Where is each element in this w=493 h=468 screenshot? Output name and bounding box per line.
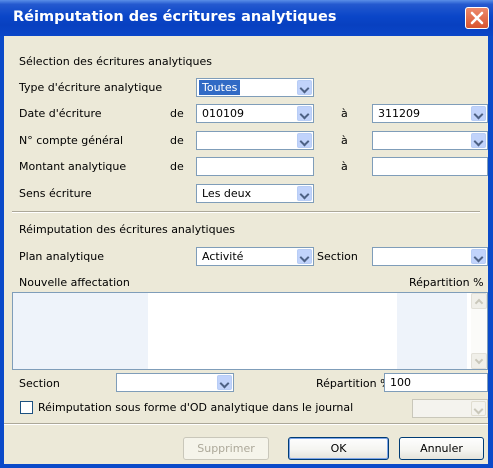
montant-from-de-label: de	[170, 160, 184, 173]
sens-ecriture-label: Sens écriture	[19, 187, 92, 200]
chevron-down-icon[interactable]	[297, 249, 312, 264]
montant-from-input[interactable]	[196, 157, 314, 176]
compte-from-select[interactable]	[196, 131, 314, 150]
montant-to-a-label: à	[341, 160, 348, 173]
scroll-up-arrow-icon[interactable]	[471, 293, 487, 309]
journal-select[interactable]	[412, 399, 488, 418]
bottom-section-label: Section	[19, 377, 60, 390]
compte-from-de-label: de	[170, 134, 184, 147]
bottom-section-select[interactable]	[116, 373, 234, 392]
type-ecriture-label: Type d'écriture analytique	[19, 81, 163, 94]
compte-general-label: N° compte général	[19, 134, 124, 147]
list-column-shade	[397, 293, 467, 369]
od-analytique-label: Réimputation sous forme d'OD analytique …	[38, 401, 354, 414]
ok-button[interactable]: OK	[288, 437, 389, 460]
chevron-down-icon[interactable]	[217, 375, 232, 390]
chevron-down-icon[interactable]	[297, 106, 312, 121]
date-from-de-label: de	[170, 107, 184, 120]
window-frame-right	[488, 36, 493, 468]
nouvelle-affectation-label: Nouvelle affectation	[19, 276, 130, 289]
bottom-repartition-label: Répartition %	[316, 377, 391, 390]
section-select[interactable]	[372, 247, 488, 266]
affectation-list[interactable]	[12, 292, 488, 370]
annuler-button[interactable]: Annuler	[399, 437, 484, 460]
chevron-down-icon[interactable]	[471, 401, 486, 416]
sens-ecriture-select[interactable]: Les deux	[196, 184, 314, 203]
close-button[interactable]	[465, 7, 489, 29]
section-divider	[12, 211, 480, 213]
plan-analytique-select[interactable]: Activité	[196, 247, 314, 266]
date-ecriture-label: Date d'écriture	[19, 107, 102, 120]
compte-to-a-label: à	[341, 134, 348, 147]
chevron-down-icon[interactable]	[471, 106, 486, 121]
plan-analytique-value: Activité	[202, 250, 244, 263]
title-bar[interactable]: Réimputation des écritures analytiques	[0, 0, 493, 36]
repartition-value: 100	[390, 376, 411, 389]
repartition-input[interactable]: 100	[384, 373, 488, 392]
date-from-select[interactable]: 010109	[196, 104, 314, 123]
section-label: Section	[317, 250, 358, 263]
scroll-down-arrow-icon[interactable]	[471, 353, 487, 369]
montant-to-input[interactable]	[372, 157, 488, 176]
chevron-down-icon[interactable]	[471, 133, 486, 148]
sens-ecriture-value: Les deux	[202, 187, 252, 200]
vertical-scrollbar[interactable]	[471, 293, 487, 369]
supprimer-button[interactable]: Supprimer	[183, 437, 269, 460]
plan-analytique-label: Plan analytique	[19, 250, 105, 263]
date-to-a-label: à	[341, 107, 348, 120]
chevron-down-icon[interactable]	[471, 249, 486, 264]
reimputation-heading: Réimputation des écritures analytiques	[19, 223, 236, 236]
type-ecriture-value: Toutes	[199, 80, 241, 95]
date-from-value: 010109	[202, 107, 244, 120]
list-column-shade	[13, 293, 148, 369]
date-to-select[interactable]: 311209	[372, 104, 488, 123]
chevron-down-icon[interactable]	[297, 133, 312, 148]
dialog-window: Réimputation des écritures analytiques S…	[0, 0, 493, 468]
od-analytique-checkbox[interactable]	[20, 401, 33, 414]
repartition-column-header: Répartition %	[409, 276, 484, 289]
chevron-down-icon[interactable]	[297, 186, 312, 201]
montant-analytique-label: Montant analytique	[19, 160, 127, 173]
window-frame-bottom	[0, 464, 493, 468]
compte-to-select[interactable]	[372, 131, 488, 150]
window-title: Réimputation des écritures analytiques	[13, 9, 337, 25]
date-to-value: 311209	[378, 107, 420, 120]
selection-heading: Sélection des écritures analytiques	[19, 55, 212, 68]
chevron-down-icon[interactable]	[297, 80, 312, 95]
button-divider	[4, 423, 488, 425]
type-ecriture-select[interactable]: Toutes	[196, 78, 314, 97]
